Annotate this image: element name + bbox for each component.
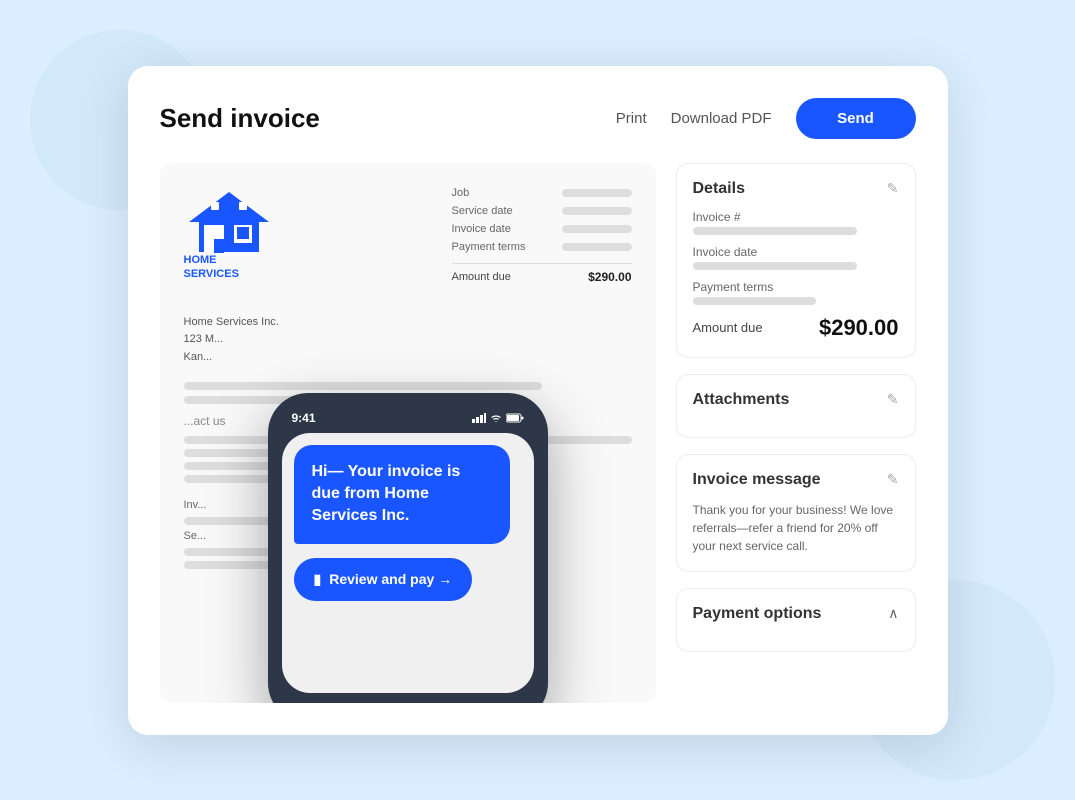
invoice-number-label: Invoice # bbox=[693, 210, 899, 224]
right-panel: Details ✎ Invoice # Invoice date Payment… bbox=[676, 163, 916, 703]
placeholder-bar-1 bbox=[184, 382, 542, 390]
job-value-bar bbox=[562, 189, 632, 197]
amount-due-value: $290.00 bbox=[819, 315, 899, 341]
invoice-preview: HOME SERVICES Job Service date Invoice d… bbox=[160, 163, 656, 703]
phone-mockup: 9:41 bbox=[268, 393, 548, 703]
main-card: Send invoice Print Download PDF Send bbox=[128, 66, 948, 735]
header: Send invoice Print Download PDF Send bbox=[160, 98, 916, 139]
service-date-field-row: Service date bbox=[452, 205, 632, 217]
phone-icons bbox=[472, 413, 524, 423]
amount-due-label: Amount due bbox=[452, 271, 511, 283]
payment-terms-label: Payment terms bbox=[452, 241, 526, 253]
job-label: Job bbox=[452, 187, 470, 199]
page-title: Send invoice bbox=[160, 103, 616, 134]
attachments-header: Attachments ✎ bbox=[693, 391, 899, 409]
invoice-message-header: Invoice message ✎ bbox=[693, 471, 899, 489]
payment-options-title: Payment options bbox=[693, 605, 822, 623]
invoice-message-section: Invoice message ✎ Thank you for your bus… bbox=[676, 454, 916, 572]
details-edit-icon[interactable]: ✎ bbox=[887, 180, 899, 197]
payment-terms-bar bbox=[693, 297, 817, 305]
service-date-value-bar bbox=[562, 207, 632, 215]
review-btn-label: Review and pay → bbox=[329, 571, 452, 587]
attachments-section: Attachments ✎ bbox=[676, 374, 916, 438]
invoice-date-value-bar bbox=[562, 225, 632, 233]
company-logo bbox=[184, 187, 274, 257]
content-area: HOME SERVICES Job Service date Invoice d… bbox=[160, 163, 916, 703]
payment-options-section: Payment options ∧ bbox=[676, 588, 916, 652]
details-header: Details ✎ bbox=[693, 180, 899, 198]
payment-terms-field-row: Payment terms bbox=[452, 241, 632, 253]
signal-icon bbox=[472, 413, 486, 423]
review-and-pay-button[interactable]: ▮ Review and pay → bbox=[294, 558, 473, 601]
invoice-message-text: Thank you for your business! We love ref… bbox=[693, 501, 899, 555]
address-section: Home Services Inc. 123 M... Kan... bbox=[184, 314, 632, 367]
invoice-date-label: Invoice date bbox=[452, 223, 511, 235]
invoice-date-row: Invoice date bbox=[693, 245, 899, 270]
company-name: Home Services Inc. bbox=[184, 314, 632, 332]
amount-due-value: $290.00 bbox=[588, 270, 631, 284]
invoice-fields: Job Service date Invoice date Payment te… bbox=[452, 187, 632, 284]
battery-icon bbox=[506, 413, 524, 423]
chat-message-bubble: Hi— Your invoice is due from Home Servic… bbox=[294, 445, 511, 544]
invoice-date-bar bbox=[693, 262, 858, 270]
send-button[interactable]: Send bbox=[796, 98, 916, 139]
print-button[interactable]: Print bbox=[616, 110, 647, 127]
phone-screen: Hi— Your invoice is due from Home Servic… bbox=[282, 433, 534, 693]
payment-options-header: Payment options ∧ bbox=[693, 605, 899, 623]
chevron-up-icon[interactable]: ∧ bbox=[888, 605, 898, 622]
amount-row: Amount due $290.00 bbox=[452, 263, 632, 284]
amount-due-label: Amount due bbox=[693, 320, 763, 335]
amount-due-row: Amount due $290.00 bbox=[693, 315, 899, 341]
details-title: Details bbox=[693, 180, 745, 198]
logo-area: HOME SERVICES Job Service date Invoice d… bbox=[184, 187, 632, 284]
attachments-title: Attachments bbox=[693, 391, 790, 409]
job-field-row: Job bbox=[452, 187, 632, 199]
invoice-number-bar bbox=[693, 227, 858, 235]
wifi-icon bbox=[490, 413, 502, 423]
payment-terms-label: Payment terms bbox=[693, 280, 899, 294]
download-pdf-button[interactable]: Download PDF bbox=[671, 110, 772, 127]
card-icon: ▮ bbox=[314, 571, 322, 588]
attachments-edit-icon[interactable]: ✎ bbox=[887, 391, 899, 408]
invoice-date-label: Invoice date bbox=[693, 245, 899, 259]
invoice-number-row: Invoice # bbox=[693, 210, 899, 235]
invoice-message-title: Invoice message bbox=[693, 471, 821, 489]
address-line2: Kan... bbox=[184, 349, 632, 367]
payment-terms-value-bar bbox=[562, 243, 632, 251]
company-info: HOME SERVICES bbox=[184, 253, 239, 282]
header-actions: Print Download PDF Send bbox=[616, 98, 916, 139]
payment-terms-row: Payment terms bbox=[693, 280, 899, 305]
phone-time: 9:41 bbox=[292, 411, 316, 425]
invoice-message-edit-icon[interactable]: ✎ bbox=[887, 471, 899, 488]
service-date-label: Service date bbox=[452, 205, 513, 217]
details-section: Details ✎ Invoice # Invoice date Payment… bbox=[676, 163, 916, 358]
phone-notch bbox=[358, 407, 458, 429]
address-line1: 123 M... bbox=[184, 331, 632, 349]
invoice-date-field-row: Invoice date bbox=[452, 223, 632, 235]
